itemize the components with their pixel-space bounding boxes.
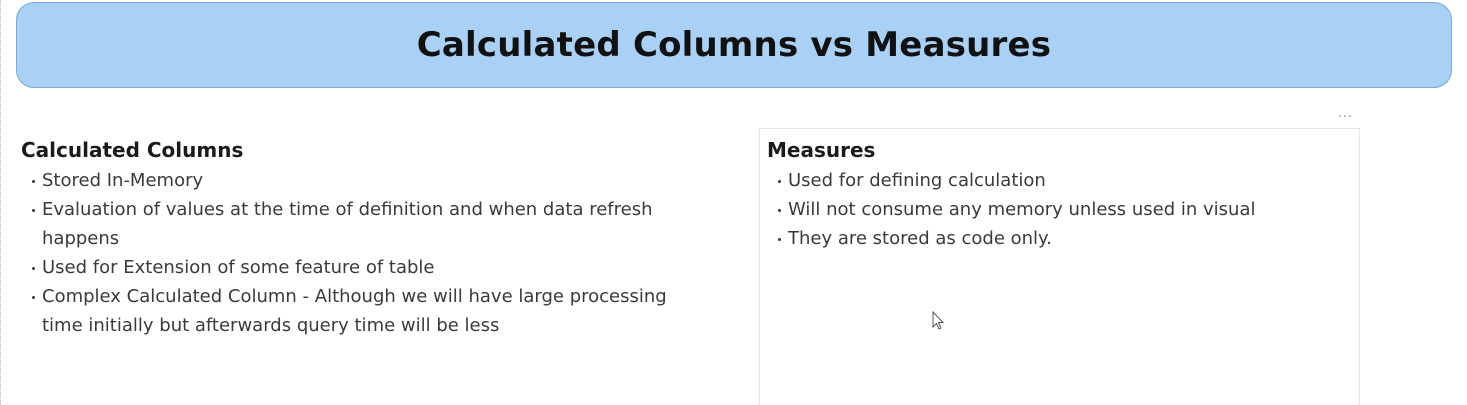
more-options-icon[interactable]: ...: [1338, 104, 1353, 120]
calculated-columns-heading: Calculated Columns: [21, 138, 244, 162]
calculated-columns-list: Stored In-Memory Evaluation of values at…: [21, 166, 721, 340]
slide-canvas: Calculated Columns vs Measures ... Calcu…: [0, 0, 1467, 405]
measures-heading: Measures: [767, 138, 876, 162]
list-item: Evaluation of values at the time of defi…: [31, 195, 702, 253]
mouse-pointer-icon: [932, 311, 945, 330]
list-item: They are stored as code only.: [777, 224, 1359, 253]
title-banner: Calculated Columns vs Measures: [16, 2, 1452, 88]
calculated-columns-panel: Calculated Columns Stored In-Memory Eval…: [21, 136, 721, 340]
page-title: Calculated Columns vs Measures: [416, 25, 1052, 65]
list-item: Stored In-Memory: [31, 166, 702, 195]
list-item: Used for Extension of some feature of ta…: [31, 253, 702, 282]
list-item: Used for defining calculation: [777, 166, 1359, 195]
list-item: Will not consume any memory unless used …: [777, 195, 1359, 224]
list-item: Complex Calculated Column - Although we …: [31, 282, 702, 340]
measures-list: Used for defining calculation Will not c…: [767, 166, 1359, 253]
measures-panel[interactable]: Measures Used for defining calculation W…: [759, 128, 1360, 405]
